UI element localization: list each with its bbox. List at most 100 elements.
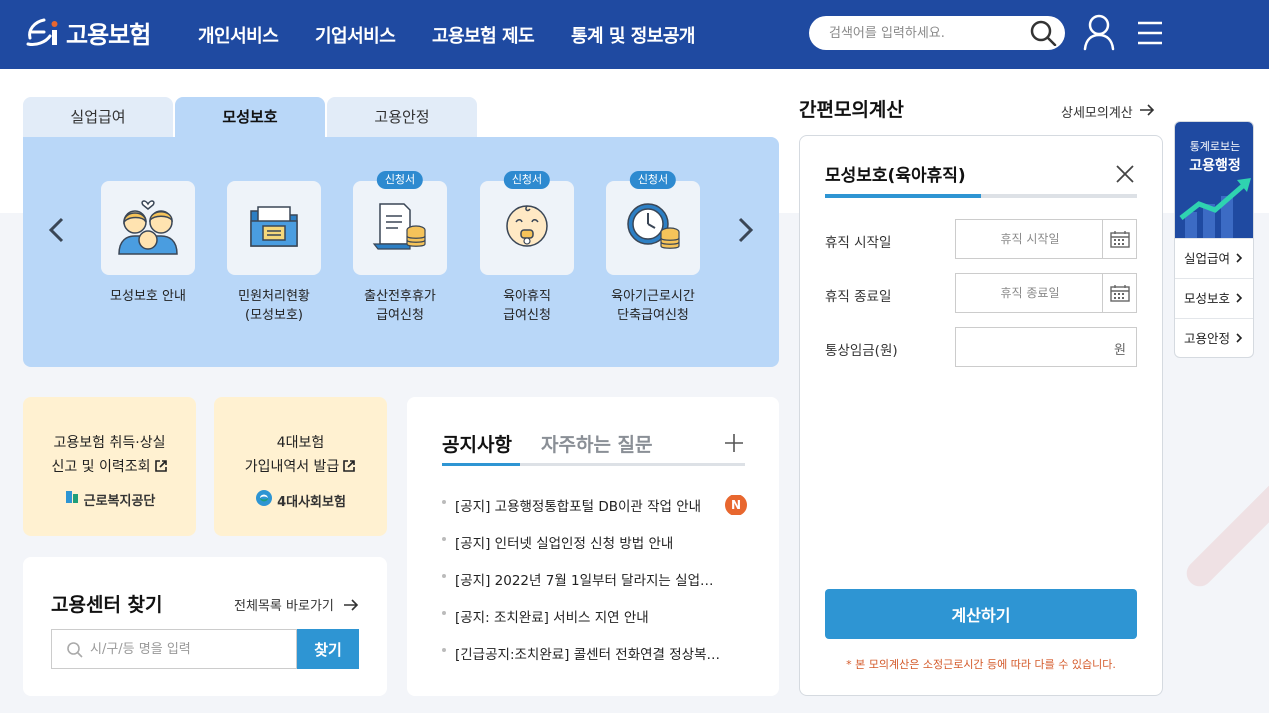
tab-unemployment[interactable]: 실업급여 (23, 97, 173, 137)
external-link-icon (342, 457, 356, 481)
notice-item[interactable]: [긴급공지:조치완료] 콜센터 전화연결 정상복구 안내 (442, 643, 747, 663)
tab-employment-stability[interactable]: 고용안정 (327, 97, 477, 137)
calculator-subtitle: 모성보호(육아휴직) (825, 166, 966, 186)
tab-maternity[interactable]: 모성보호 (175, 97, 325, 137)
service-icon-box (101, 181, 195, 275)
calendar-icon[interactable] (1102, 220, 1136, 258)
clock-coins-icon (624, 200, 682, 256)
close-icon[interactable] (1114, 163, 1136, 185)
search-icon[interactable] (1029, 20, 1057, 47)
logo[interactable]: 고용보험 (22, 12, 151, 52)
calculator-title: 간편모의계산 (799, 99, 904, 121)
calculator-panel: 모성보호(육아휴직) 휴직 시작일 휴직 종료일 통상임금(원) 원 계산하기 … (799, 135, 1163, 696)
notice-panel: 공지사항 자주하는 질문 [공지] 고용행정통합포털 DB이관 작업 안내 N [… (407, 397, 779, 696)
nav-personal[interactable]: 개인서비스 (198, 22, 279, 48)
application-badge: 신청서 (376, 171, 424, 189)
insurance-certificate-card[interactable]: 4대보험 가입내역서 발급 4대사회보험 (214, 397, 387, 536)
wage-label: 통상임금(원) (825, 343, 898, 359)
service-complaint-status[interactable]: 민원처리현황 (모성보호) (219, 181, 329, 325)
growth-chart-icon (1175, 174, 1253, 242)
folder-icon (248, 203, 300, 253)
service-maternity-leave[interactable]: 신청서 출산전후휴가 급여신청 (345, 171, 455, 325)
application-badge: 신청서 (503, 171, 551, 189)
logo-icon (22, 12, 62, 52)
tab-faq[interactable]: 자주하는 질문 (541, 430, 653, 457)
leave-end-input[interactable] (956, 274, 1104, 312)
chevron-right-icon (1235, 279, 1243, 319)
service-icon-box: 신청서 (480, 171, 574, 275)
org-logo: 근로복지공단 (23, 489, 196, 509)
new-badge: N (725, 495, 747, 515)
external-link-icon (154, 457, 168, 481)
leave-start-input[interactable] (956, 220, 1104, 258)
calendar-icon[interactable] (1102, 274, 1136, 312)
service-icon-box (227, 181, 321, 275)
service-label: 모성보호 안내 (110, 289, 186, 304)
search-box (809, 16, 1065, 50)
service-childcare-leave[interactable]: 신청서 육아휴직 급여신청 (472, 171, 582, 325)
finder-input-box (51, 629, 297, 669)
notice-item[interactable]: [공지] 2022년 7월 1일부터 달라지는 실업인정 안내 (442, 569, 747, 589)
arrow-right-icon (1139, 103, 1155, 121)
notice-item[interactable]: [공지] 고용행정통합포털 DB이관 작업 안내 N (442, 495, 747, 515)
nav-business[interactable]: 기업서비스 (315, 22, 396, 48)
org-logo: 4대사회보험 (214, 489, 387, 511)
service-reduced-hours[interactable]: 신청서 육아기근로시간 단축급여신청 (598, 171, 708, 325)
card-title: 고용보험 취득·상실 신고 및 이력조회 (23, 431, 196, 481)
wage-field: 원 (955, 327, 1137, 367)
wage-unit: 원 (1114, 343, 1126, 358)
header: 고용보험 개인서비스 기업서비스 고용보험 제도 통계 및 정보공개 (0, 0, 1269, 69)
four-insurance-logo-icon (255, 489, 273, 511)
card-title: 4대보험 가입내역서 발급 (214, 431, 387, 481)
chevron-right-icon (1235, 239, 1243, 279)
arrow-right-icon (343, 598, 359, 616)
service-icon-box: 신청서 (353, 171, 447, 275)
wage-input[interactable] (956, 328, 1096, 366)
calculate-button[interactable]: 계산하기 (825, 589, 1137, 639)
quick-item-employment-stability[interactable]: 고용안정 (1175, 318, 1253, 357)
kcomwel-logo-icon (64, 489, 80, 509)
quick-menu: 통계로보는 고용행정 실업급여 모성보호 고용안정 (1174, 121, 1254, 358)
insurance-history-card[interactable]: 고용보험 취득·상실 신고 및 이력조회 근로복지공단 (23, 397, 196, 536)
leave-start-field (955, 219, 1137, 259)
logo-text: 고용보험 (66, 20, 151, 49)
prev-arrow-icon[interactable] (45, 214, 69, 246)
service-label: 민원처리현황 (모성보호) (238, 289, 310, 323)
family-icon (113, 196, 183, 260)
service-label: 육아기근로시간 단축급여신청 (611, 289, 695, 323)
application-badge: 신청서 (629, 171, 677, 189)
detail-calculation-link[interactable]: 상세모의계산 (1061, 102, 1155, 121)
user-icon[interactable] (1082, 13, 1116, 51)
leave-start-label: 휴직 시작일 (825, 235, 892, 251)
service-panel: 모성보호 안내 민원처리현황 (모성보호) 신청서 출산전후휴가 급여신청 신청… (23, 137, 779, 367)
document-coins-icon (372, 200, 428, 256)
leave-end-field (955, 273, 1137, 313)
nav-system[interactable]: 고용보험 제도 (432, 22, 535, 48)
plus-icon[interactable] (723, 432, 745, 454)
service-maternity-guide[interactable]: 모성보호 안내 (93, 181, 203, 306)
service-icon-box: 신청서 (606, 171, 700, 275)
search-input[interactable] (829, 16, 1019, 50)
finder-search-button[interactable]: 찾기 (297, 629, 359, 669)
employment-center-finder: 고용센터 찾기 전체목록 바로가기 찾기 (23, 557, 387, 696)
service-label: 출산전후휴가 급여신청 (364, 289, 436, 323)
notice-item[interactable]: [공지] 인터넷 실업인정 신청 방법 안내 (442, 532, 747, 552)
finder-input[interactable] (90, 630, 290, 668)
chevron-right-icon (1235, 319, 1243, 357)
nav-statistics[interactable]: 통계 및 정보공개 (571, 22, 695, 48)
search-icon (66, 641, 84, 663)
calculator-note: * 본 모의계산은 소정근로시간 등에 따라 다를 수 있습니다. (846, 658, 1116, 671)
notice-tab-underline (442, 463, 745, 466)
leave-end-label: 휴직 종료일 (825, 289, 892, 305)
tab-notice[interactable]: 공지사항 (442, 430, 512, 457)
notice-item[interactable]: [공지: 조치완료] 서비스 지연 안내 (442, 606, 747, 626)
finder-title: 고용센터 찾기 (51, 594, 163, 616)
quick-item-unemployment[interactable]: 실업급여 (1175, 238, 1253, 278)
baby-icon (502, 200, 552, 256)
calculator-underline (825, 194, 1137, 198)
menu-icon[interactable] (1136, 20, 1164, 46)
next-arrow-icon[interactable] (733, 214, 757, 246)
finder-all-link[interactable]: 전체목록 바로가기 (234, 595, 359, 616)
statistics-banner[interactable]: 통계로보는 고용행정 (1175, 122, 1253, 238)
quick-item-maternity[interactable]: 모성보호 (1175, 278, 1253, 318)
